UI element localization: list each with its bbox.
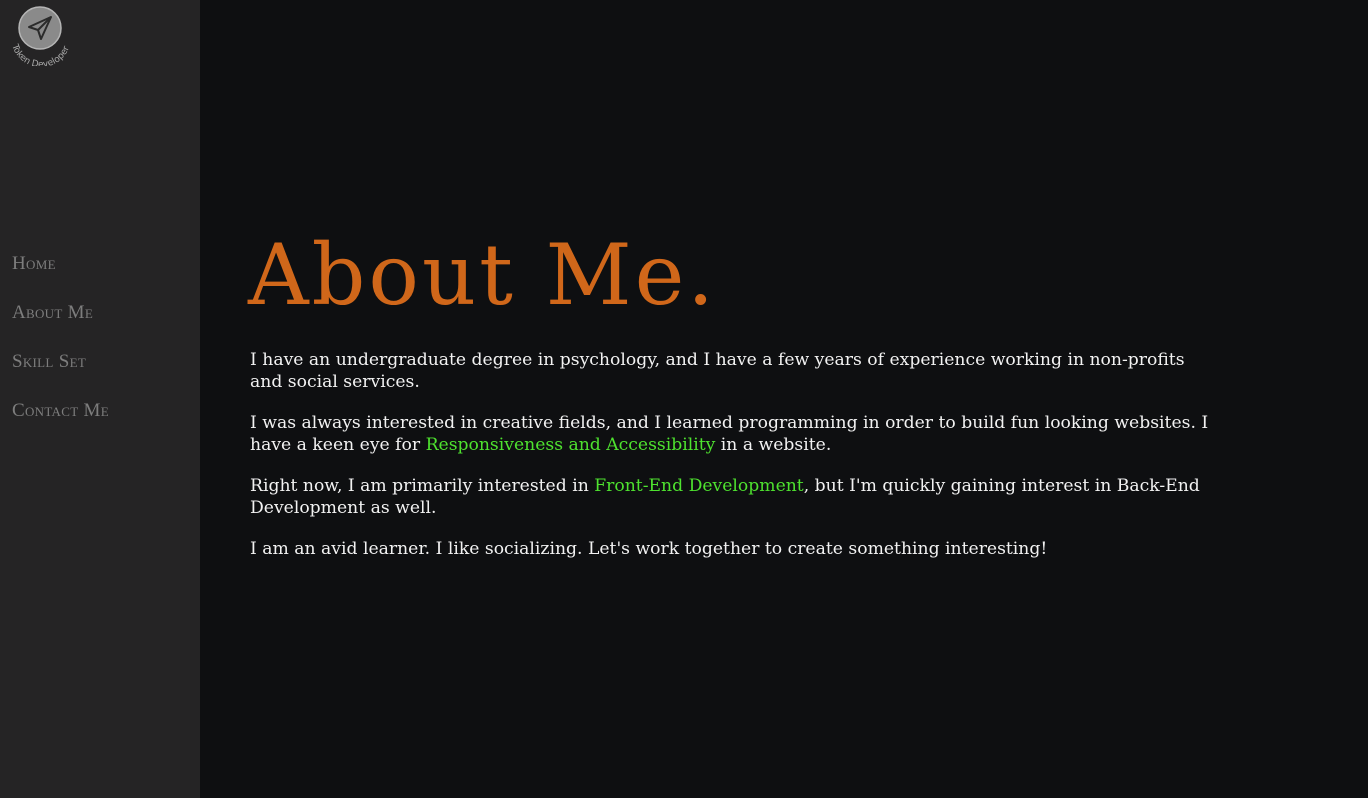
paragraph-text: Right now, I am primarily interested in: [250, 476, 595, 496]
paragraph-focus: Right now, I am primarily interested in …: [250, 475, 1210, 519]
paragraph-interests: I was always interested in creative fiel…: [250, 412, 1210, 456]
nav-item-skill-set[interactable]: Skill Set: [12, 348, 109, 397]
page-title: About Me.: [248, 226, 717, 324]
nav-item-about-me[interactable]: About Me: [12, 299, 109, 348]
highlight-responsiveness: Responsiveness and Accessibility: [425, 435, 716, 455]
paragraph-education: I have an undergraduate degree in psycho…: [250, 350, 1185, 392]
sidebar: Token Developer Home About Me Skill Set …: [0, 0, 200, 798]
paper-plane-icon: Token Developer: [9, 6, 72, 66]
about-text: I have an undergraduate degree in psycho…: [250, 349, 1210, 579]
nav-item-home[interactable]: Home: [12, 250, 109, 299]
highlight-front-end: Front-End Development: [594, 476, 804, 496]
paragraph-text: in a website.: [715, 435, 832, 455]
nav-item-contact-me[interactable]: Contact Me: [12, 397, 109, 446]
paragraph-closing: I am an avid learner. I like socializing…: [250, 539, 1048, 559]
sidebar-nav: Home About Me Skill Set Contact Me: [12, 250, 109, 446]
logo[interactable]: Token Developer: [8, 6, 76, 66]
